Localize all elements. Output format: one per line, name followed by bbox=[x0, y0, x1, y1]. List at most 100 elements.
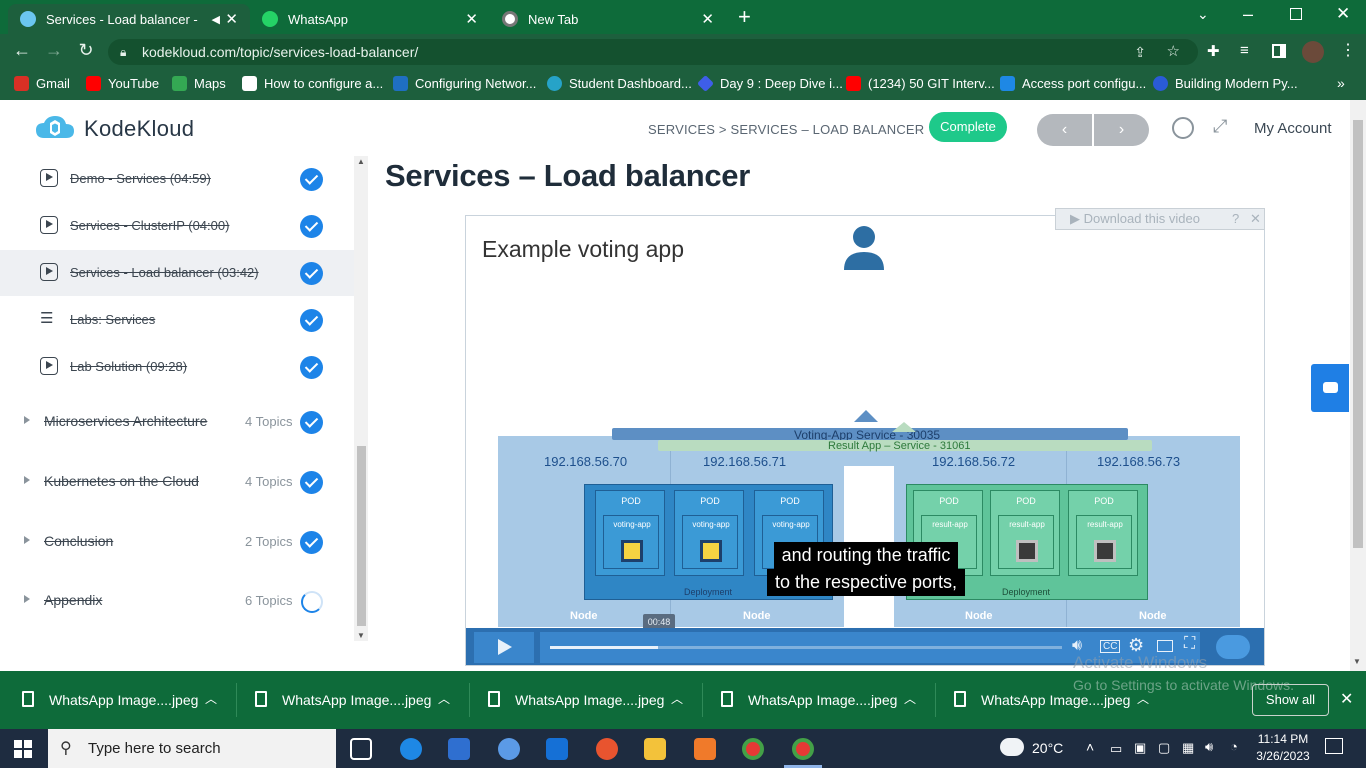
share-icon[interactable]: ⇪ bbox=[1134, 39, 1146, 65]
download-item[interactable]: WhatsApp Image....jpeg ︿ bbox=[233, 671, 466, 729]
bookmark-how-to-configure[interactable]: How to configure a... bbox=[242, 76, 383, 91]
notifications-icon[interactable] bbox=[1325, 738, 1343, 754]
bookmark-maps[interactable]: Maps bbox=[172, 76, 226, 91]
captions-icon[interactable]: CC bbox=[1100, 640, 1121, 653]
download-item[interactable]: WhatsApp Image....jpeg ︿ bbox=[0, 671, 233, 729]
sidebar-scroll-up-icon[interactable]: ▲ bbox=[357, 157, 365, 166]
app-icon[interactable] bbox=[596, 738, 618, 760]
minimize-button[interactable]: – bbox=[1243, 4, 1253, 25]
media-control-icon[interactable]: ≡ bbox=[1240, 42, 1249, 59]
sidebar-scrollbar-thumb[interactable] bbox=[357, 446, 366, 626]
my-account-link[interactable]: My Account bbox=[1254, 120, 1332, 137]
chevron-up-icon[interactable]: ︿ bbox=[205, 690, 217, 707]
restore-button[interactable] bbox=[1290, 8, 1302, 20]
expand-arrow-icon[interactable] bbox=[24, 536, 30, 544]
bookmark-day9[interactable]: Day 9 : Deep Dive i... bbox=[697, 75, 843, 92]
complete-button[interactable]: Complete bbox=[929, 112, 1007, 142]
topic-item[interactable]: Kubernetes on the Cloud 4 Topics bbox=[0, 458, 354, 508]
wifi-icon[interactable]: ◔ bbox=[1230, 739, 1238, 754]
bookmark-star-icon[interactable]: ☆ bbox=[1167, 39, 1180, 65]
previous-lesson-button[interactable]: ‹ bbox=[1037, 114, 1092, 146]
kodekloud-logo[interactable]: KodeKloud bbox=[34, 114, 194, 144]
chrome-menu-icon[interactable]: ⋮ bbox=[1340, 40, 1356, 60]
page-scroll-down-icon[interactable]: ▼ bbox=[1353, 657, 1361, 666]
weather-icon[interactable] bbox=[1000, 738, 1024, 756]
download-video-button[interactable]: ▶ Download this video ? ✕ bbox=[1055, 208, 1265, 230]
app-icon[interactable] bbox=[498, 738, 520, 760]
download-item[interactable]: WhatsApp Image....jpeg ︿ bbox=[466, 671, 699, 729]
taskbar-search-input[interactable]: ⚲ Type here to search bbox=[48, 729, 336, 768]
side-panel-icon[interactable] bbox=[1272, 44, 1286, 58]
show-hidden-icons[interactable]: ˄ bbox=[1086, 739, 1094, 755]
close-icon[interactable]: ✕ bbox=[1250, 209, 1261, 229]
lesson-item-selected[interactable]: Services - Load balancer (03:42) bbox=[0, 250, 354, 296]
weather-temp[interactable]: 20°C bbox=[1032, 740, 1063, 756]
display-icon[interactable]: ▦ bbox=[1182, 740, 1194, 756]
topic-item[interactable]: Conclusion 2 Topics bbox=[0, 518, 354, 568]
vimeo-logo-icon[interactable] bbox=[1216, 635, 1250, 659]
bookmark-git-interview[interactable]: (1234) 50 GIT Interv... bbox=[846, 76, 995, 91]
chrome-icon[interactable] bbox=[792, 738, 814, 760]
chat-button[interactable] bbox=[1311, 364, 1349, 412]
close-tab-icon[interactable]: ✕ bbox=[225, 10, 238, 28]
edge-icon[interactable] bbox=[400, 738, 422, 760]
reload-button[interactable]: ↻ bbox=[74, 40, 98, 61]
bookmark-access-port[interactable]: Access port configu... bbox=[1000, 76, 1146, 91]
video-player[interactable]: Example voting app Voting-App Service - … bbox=[465, 215, 1265, 666]
tab-whatsapp[interactable]: WhatsApp ✕ bbox=[250, 4, 490, 34]
bookmark-configuring-network[interactable]: Configuring Networ... bbox=[393, 76, 536, 91]
tab-new-tab[interactable]: New Tab ✕ bbox=[490, 4, 726, 34]
device-icon[interactable]: ▢ bbox=[1158, 740, 1170, 756]
task-view-icon[interactable] bbox=[350, 738, 372, 760]
app-icon[interactable] bbox=[694, 738, 716, 760]
profile-avatar[interactable] bbox=[1302, 41, 1324, 63]
lesson-item[interactable]: Demo - Services (04:59) bbox=[0, 156, 354, 202]
expand-arrow-icon[interactable] bbox=[24, 595, 30, 603]
clock-time[interactable]: 11:14 PM bbox=[1256, 732, 1310, 746]
close-tab-icon[interactable]: ✕ bbox=[465, 10, 478, 28]
bookmark-gmail[interactable]: Gmail bbox=[14, 76, 70, 91]
play-button[interactable] bbox=[474, 632, 534, 663]
close-tab-icon[interactable]: ✕ bbox=[701, 10, 714, 28]
battery-icon[interactable]: ▭ bbox=[1110, 741, 1122, 757]
page-scrollbar-thumb[interactable] bbox=[1353, 120, 1363, 548]
bookmark-building-modern[interactable]: Building Modern Py... bbox=[1153, 76, 1298, 91]
download-item[interactable]: WhatsApp Image....jpeg ︿ bbox=[699, 671, 932, 729]
network-icon[interactable]: ▣ bbox=[1134, 740, 1146, 756]
windows-start-icon[interactable] bbox=[14, 740, 32, 758]
bookmark-youtube[interactable]: YouTube bbox=[86, 76, 159, 91]
tab-kodekloud[interactable]: Services - Load balancer - Ko ◀ ✕ bbox=[8, 4, 250, 34]
sidebar-scroll-down-icon[interactable]: ▼ bbox=[357, 631, 365, 640]
close-download-bar-icon[interactable]: ✕ bbox=[1340, 689, 1353, 709]
tab-search-icon[interactable]: ⌄ bbox=[1197, 6, 1209, 23]
dark-mode-icon[interactable] bbox=[1172, 117, 1194, 139]
store-icon[interactable] bbox=[448, 738, 470, 760]
help-icon[interactable]: ? bbox=[1232, 209, 1239, 229]
chevron-up-icon[interactable]: ︿ bbox=[904, 690, 916, 707]
chevron-up-icon[interactable]: ︿ bbox=[438, 690, 450, 707]
expand-arrow-icon[interactable] bbox=[24, 416, 30, 424]
file-explorer-icon[interactable] bbox=[644, 738, 666, 760]
show-all-button[interactable]: Show all bbox=[1252, 684, 1329, 716]
mail-icon[interactable] bbox=[546, 738, 568, 760]
url-input[interactable]: 🔒︎ kodekloud.com/topic/services-load-bal… bbox=[108, 39, 1198, 65]
pip-icon[interactable] bbox=[1157, 640, 1173, 652]
bookmark-student-dashboard[interactable]: Student Dashboard... bbox=[547, 76, 692, 91]
forward-button[interactable]: → bbox=[42, 40, 66, 61]
back-button[interactable]: ← bbox=[10, 40, 34, 61]
clock-date[interactable]: 3/26/2023 bbox=[1256, 749, 1310, 763]
chrome-icon[interactable] bbox=[742, 738, 764, 760]
more-bookmarks-icon[interactable]: » bbox=[1337, 75, 1345, 91]
lesson-item[interactable]: ☰ Labs: Services bbox=[0, 297, 354, 343]
lesson-item[interactable]: Services - ClusterIP (04:00) bbox=[0, 203, 354, 249]
next-lesson-button[interactable]: › bbox=[1094, 114, 1149, 146]
fullscreen-icon[interactable]: ⛶ bbox=[1184, 635, 1195, 653]
topic-item[interactable]: Appendix 6 Topics bbox=[0, 577, 354, 627]
topic-item[interactable]: Microservices Architecture 4 Topics bbox=[0, 398, 354, 448]
new-tab-button[interactable]: + bbox=[738, 4, 751, 30]
extensions-icon[interactable]: ✚ bbox=[1207, 42, 1220, 60]
chevron-up-icon[interactable]: ︿ bbox=[671, 690, 683, 707]
lesson-item[interactable]: Lab Solution (09:28) bbox=[0, 344, 354, 390]
fullscreen-icon[interactable]: ⤢ bbox=[1213, 116, 1227, 137]
close-window-button[interactable]: ✕ bbox=[1336, 4, 1350, 24]
